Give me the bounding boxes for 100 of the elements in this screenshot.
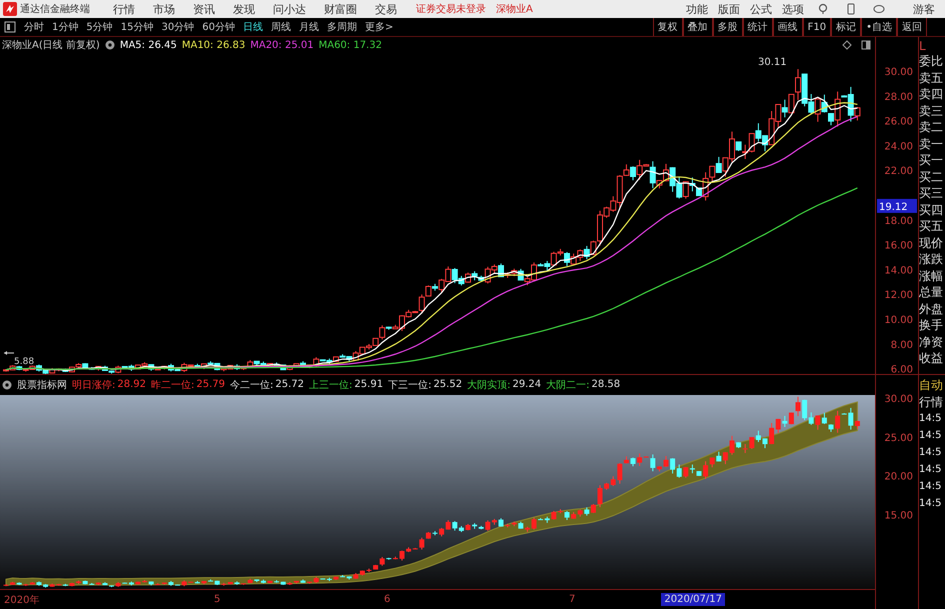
toolbar-button[interactable]: 统计 [742, 18, 773, 36]
menu-item[interactable]: 资讯 [193, 2, 215, 16]
user-name[interactable]: 游客 [913, 2, 935, 16]
period-tab[interactable]: 周线 [266, 20, 295, 34]
indicator-value: 25.52 [433, 379, 462, 390]
axis-label: 8.00 [890, 340, 913, 351]
axis-label: 25.00 [884, 432, 913, 444]
period-tab[interactable]: 15分钟 [116, 20, 158, 34]
axis-label: 10.00 [884, 315, 913, 326]
menu-item[interactable]: 问小达 [273, 2, 306, 16]
quote-label: 现价 [919, 234, 944, 251]
panel-tab-label[interactable]: 行情 [919, 394, 945, 410]
peak-price-label: 30.11 [758, 57, 787, 68]
axis-label: 14.00 [884, 265, 913, 276]
menu-item[interactable]: 行情 [113, 2, 135, 16]
period-tab[interactable]: 多周期 [322, 20, 361, 34]
period-tab[interactable]: 5分钟 [82, 20, 117, 34]
indicator-label: 大阴二一: [546, 378, 590, 392]
period-tab[interactable]: 月线 [294, 20, 323, 34]
indicator-name: 股票指标网 [17, 378, 67, 392]
quote-label: 卖三 [919, 102, 944, 119]
toolbar-button[interactable]: 标记 [831, 18, 862, 36]
indicator-value: 28.58 [591, 379, 620, 390]
trade-time: 14:5 [919, 463, 942, 477]
toolbar-button[interactable]: 复权 [652, 18, 683, 36]
toolbar-button[interactable]: 返回 [897, 18, 927, 36]
status-text: 深物业A [496, 2, 533, 16]
moving-average-value: MA60: 17.32 [318, 40, 382, 50]
axis-label: 30.00 [884, 394, 913, 405]
menu-item[interactable]: 发现 [233, 2, 255, 16]
indicator-label: 大阴实顶: [467, 378, 510, 392]
menu-item[interactable]: 版面 [718, 2, 740, 16]
axis-label: 24.00 [884, 141, 913, 152]
indicator-value: 25.72 [275, 379, 304, 390]
date-axis-label: 5 [214, 594, 222, 606]
menu-item[interactable]: 功能 [686, 2, 708, 16]
quote-label: 卖四 [919, 86, 944, 102]
status-text: 证券交易未登录 [416, 2, 486, 16]
toolbar-button[interactable]: 多股 [712, 18, 743, 36]
date-axis-label: 7 [569, 594, 576, 606]
quote-label: 总量 [919, 284, 944, 300]
date-axis-label: 2020年 [4, 594, 40, 607]
axis-label: 26.00 [884, 116, 913, 128]
trade-time: 14:5 [919, 429, 942, 443]
indicator-label: 明日涨停: [72, 378, 116, 392]
toolbar-button[interactable]: 画线 [772, 18, 803, 36]
axis-label: 22.00 [884, 166, 913, 178]
axis-label: 28.00 [884, 92, 913, 103]
menu-item[interactable]: 财富圈 [324, 2, 357, 16]
quote-label: 净资 [919, 334, 944, 350]
toolbar-button[interactable]: 叠加 [682, 18, 713, 36]
period-tab[interactable]: 更多> [360, 20, 398, 34]
period-tab[interactable]: 1分钟 [48, 20, 82, 34]
axis-label: 30.00 [884, 67, 913, 78]
quote-label: 买三 [919, 185, 944, 202]
toolbar-button[interactable]: F10 [802, 18, 832, 36]
quote-label: 卖一 [919, 136, 944, 152]
app-title: 通达信金融终端 [20, 2, 90, 16]
axis-label: 18.00 [884, 216, 913, 227]
indicator-label: 上三一位: [309, 378, 352, 392]
indicator-value: 29.24 [512, 379, 542, 390]
menu-item[interactable]: 选项 [782, 2, 804, 16]
period-tab[interactable]: 60分钟 [198, 20, 239, 34]
quote-label: 买四 [919, 202, 944, 218]
period-tab[interactable]: 分时 [20, 20, 48, 34]
quote-label: 涨幅 [919, 268, 944, 284]
price-marker: 19.12 [877, 198, 917, 213]
indicator-value: 28.92 [117, 379, 146, 390]
indicator-label: 今二一位: [230, 378, 274, 392]
axis-label: 20.00 [884, 472, 913, 482]
moving-average-value: MA20: 25.01 [250, 40, 314, 50]
quote-label: 卖二 [919, 119, 944, 136]
quote-label: 外盘 [919, 300, 944, 317]
panel-tab-label[interactable]: 自动 [919, 377, 945, 394]
toolbar-button[interactable]: •自选 [861, 18, 897, 36]
quote-label: 买五 [919, 218, 944, 234]
menu-item[interactable]: 公式 [750, 2, 772, 16]
axis-label: 16.00 [884, 240, 913, 252]
moving-average-value: MA10: 26.83 [182, 40, 246, 50]
quote-label: 涨跌 [919, 251, 944, 268]
moving-average-value: MA5: 26.45 [120, 40, 177, 50]
indicator-label: 下三一位: [388, 378, 432, 392]
period-tab[interactable]: 30分钟 [157, 20, 198, 34]
panel-corner-label: L [919, 39, 927, 53]
indicator-label: 昨二一位: [151, 378, 194, 392]
trade-time: 14:5 [919, 446, 942, 460]
low-price-label: 5.88 [14, 357, 34, 367]
trade-time: 14:5 [919, 497, 942, 511]
quote-label: 买二 [919, 168, 944, 185]
menu-item[interactable]: 市场 [153, 2, 175, 16]
period-tab[interactable]: 日线 [238, 20, 267, 34]
trade-time: 14:5 [919, 480, 942, 494]
trade-time: 14:5 [919, 412, 942, 426]
menu-item[interactable]: 交易 [375, 2, 397, 16]
date-axis-label: 6 [384, 594, 392, 606]
axis-label: 15.00 [884, 510, 913, 522]
quote-label: 换手 [919, 317, 944, 334]
indicator-value: 25.91 [354, 379, 384, 390]
quote-label: 卖五 [919, 70, 944, 86]
cursor-date: 2020/07/17 [661, 593, 725, 606]
